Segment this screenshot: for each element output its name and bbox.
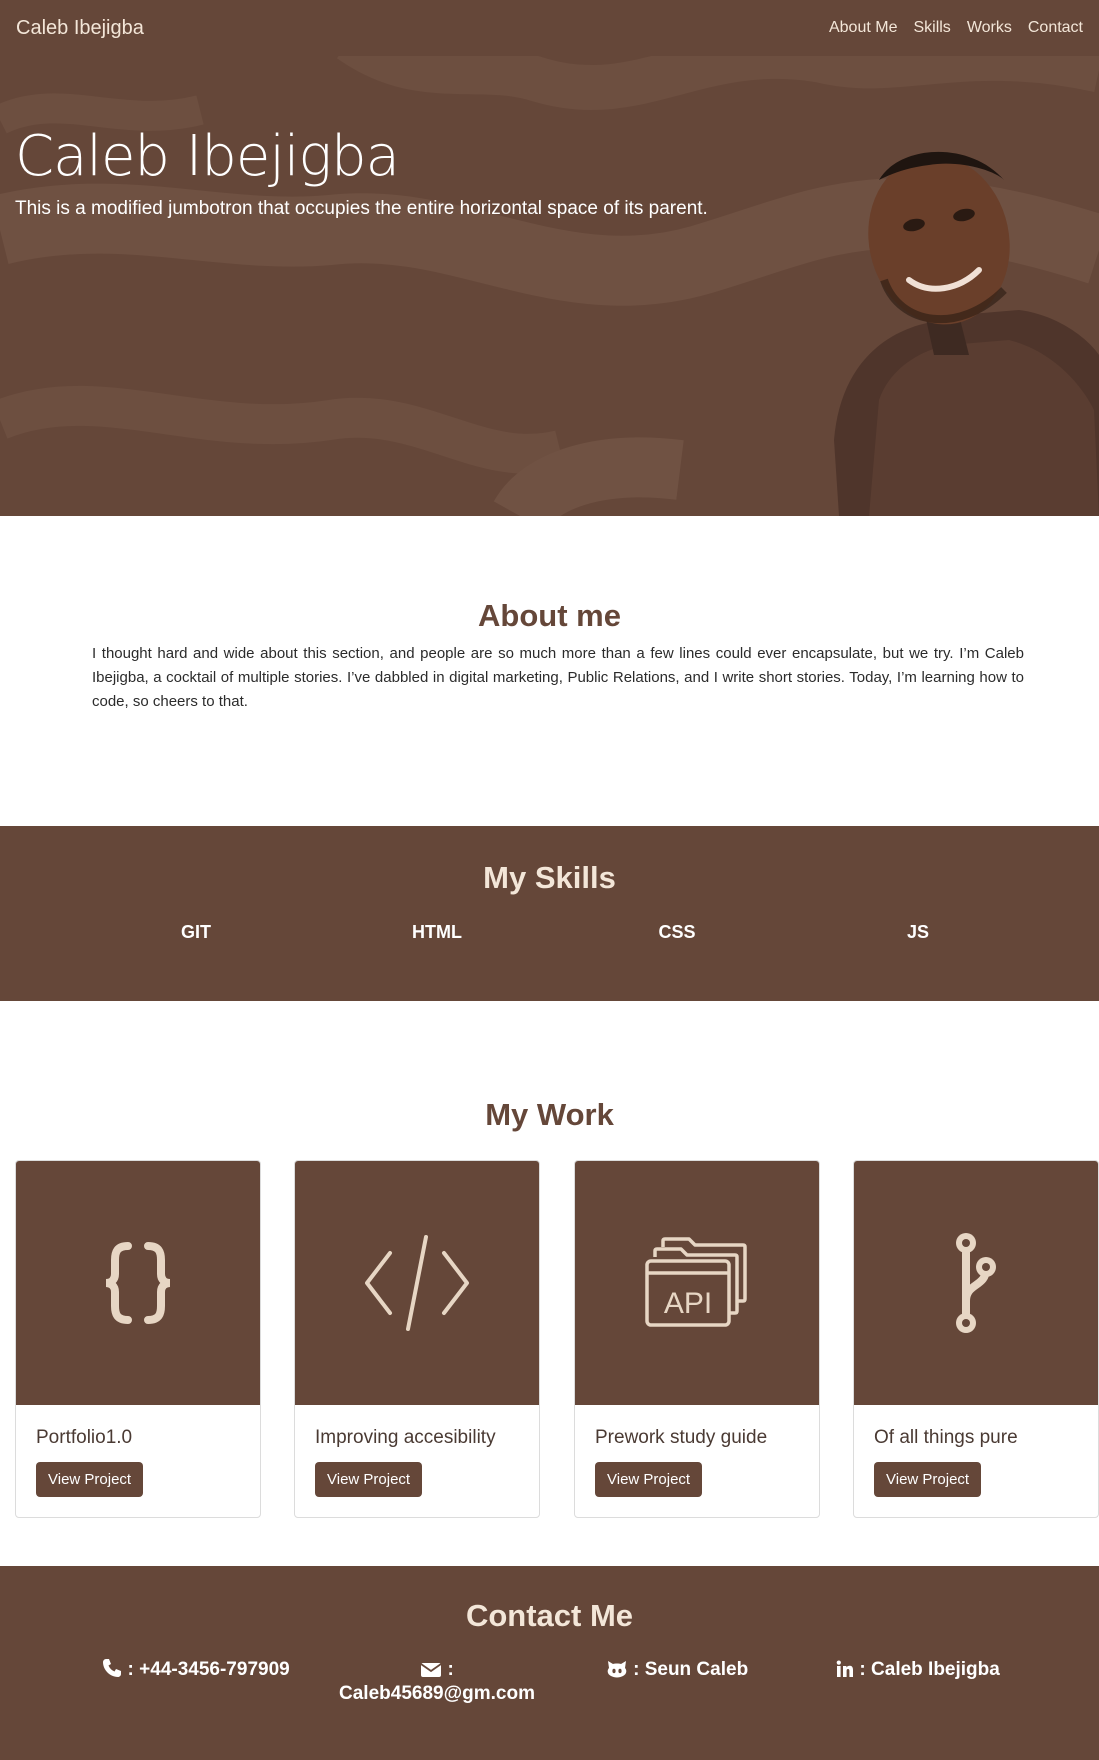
contact-linkedin[interactable]: : Caleb Ibejigba xyxy=(798,1658,1038,1682)
view-project-button[interactable]: View Project xyxy=(874,1462,982,1497)
nav-link-contact[interactable]: Contact xyxy=(1028,19,1083,37)
about-heading: About me xyxy=(478,598,621,633)
phone-number: : +44-3456-797909 xyxy=(127,1659,290,1680)
project-card-image xyxy=(16,1161,260,1405)
project-card: Improving accesibility View Project xyxy=(294,1160,540,1518)
skill-js: JS xyxy=(906,922,930,942)
skill-css: CSS xyxy=(658,922,696,942)
linkedin-name: : Caleb Ibejigba xyxy=(859,1659,1000,1680)
view-project-button[interactable]: View Project xyxy=(36,1462,144,1497)
work-heading: My Work xyxy=(485,1097,614,1132)
nav-links: About Me Skills Works Contact xyxy=(829,19,1083,37)
contact-heading: Contact Me xyxy=(465,1598,634,1633)
contact-phone[interactable]: : +44-3456-797909 xyxy=(76,1658,316,1682)
project-card: API Prework study guide View Project xyxy=(574,1160,820,1518)
about-text: I thought hard and wide about this secti… xyxy=(92,645,1024,710)
email-separator: : xyxy=(447,1659,454,1680)
github-username: : Seun Caleb xyxy=(633,1659,749,1680)
envelope-icon xyxy=(420,1663,442,1677)
skill-git: GIT xyxy=(181,922,211,942)
skill-html: HTML xyxy=(412,922,462,942)
hero-title: Caleb Ibejigba xyxy=(15,124,400,189)
project-title: Portfolio1.0 xyxy=(36,1427,133,1448)
project-title: Improving accesibility xyxy=(315,1427,496,1448)
hero-jumbotron: Caleb Ibejigba This is a modified jumbot… xyxy=(0,0,1099,516)
project-card-image xyxy=(295,1161,539,1405)
profile-photo xyxy=(834,151,1099,516)
brand-link[interactable]: Caleb Ibejigba xyxy=(16,17,144,40)
contact-email[interactable]: : Caleb45689@gm.com xyxy=(317,1658,557,1706)
contact-section: Contact Me : +44-3456-797909 : Caleb4568… xyxy=(0,1566,1099,1760)
nav-link-about[interactable]: About Me xyxy=(829,19,897,37)
project-card-image xyxy=(854,1161,1098,1405)
api-icon: API xyxy=(645,1237,747,1327)
linkedin-icon xyxy=(836,1660,854,1677)
phone-icon xyxy=(103,1659,122,1677)
skills-heading: My Skills xyxy=(483,860,616,895)
navbar: Caleb Ibejigba About Me Skills Works Con… xyxy=(0,0,1099,56)
view-project-button[interactable]: View Project xyxy=(595,1462,703,1497)
contact-github[interactable]: : Seun Caleb xyxy=(557,1658,797,1682)
skills-section: My Skills GIT HTML CSS JS xyxy=(0,826,1099,1001)
api-icon-label: API xyxy=(664,1287,712,1320)
nav-link-works[interactable]: Works xyxy=(967,19,1012,37)
github-icon xyxy=(607,1661,627,1678)
project-card: Portfolio1.0 View Project xyxy=(15,1160,261,1518)
hero-subtitle: This is a modified jumbotron that occupi… xyxy=(15,198,708,219)
project-title: Prework study guide xyxy=(595,1427,768,1448)
curly-braces-icon xyxy=(105,1242,171,1324)
git-branch-icon xyxy=(956,1233,996,1333)
view-project-button[interactable]: View Project xyxy=(315,1462,423,1497)
code-icon xyxy=(365,1235,469,1331)
work-section: My Work Portfolio1.0 View Project Improv… xyxy=(0,1001,1099,1566)
project-title: Of all things pure xyxy=(874,1427,1018,1448)
project-card: Of all things pure View Project xyxy=(853,1160,1099,1518)
email-address: Caleb45689@gm.com xyxy=(339,1683,535,1704)
about-section: About me I thought hard and wide about t… xyxy=(0,516,1099,826)
project-card-image: API xyxy=(575,1161,819,1405)
nav-link-skills[interactable]: Skills xyxy=(913,19,950,37)
